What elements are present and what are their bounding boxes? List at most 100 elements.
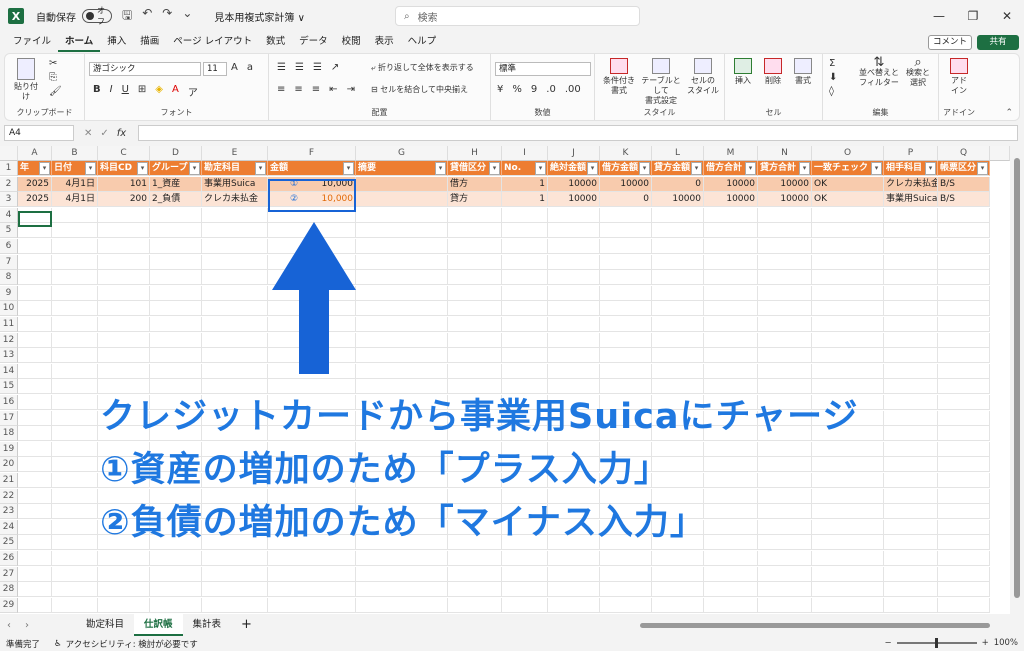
column-header-h[interactable]: H [448,146,502,161]
empty-cell[interactable] [652,597,704,613]
table-cell[interactable] [356,176,448,192]
empty-cell[interactable] [502,301,548,317]
empty-cell[interactable] [758,551,812,566]
empty-cell[interactable] [884,363,938,379]
empty-cell[interactable] [652,566,704,582]
sort-filter-button[interactable]: ⇅ 並べ替えと フィルター [859,56,899,88]
empty-cell[interactable] [548,301,600,317]
empty-cell[interactable] [812,504,884,520]
empty-cell[interactable] [704,457,758,473]
empty-cell[interactable] [356,223,448,239]
empty-cell[interactable] [18,285,52,301]
empty-cell[interactable] [938,473,990,488]
empty-cell[interactable] [812,582,884,598]
empty-cell[interactable] [202,597,268,613]
empty-cell[interactable] [758,441,812,457]
decrease-indent-icon[interactable]: ⇤ [329,84,337,95]
empty-cell[interactable] [448,270,502,286]
empty-cell[interactable] [98,254,150,270]
table-cell[interactable]: 10000 [600,176,652,192]
empty-cell[interactable] [938,317,990,332]
empty-cell[interactable] [758,207,812,223]
empty-cell[interactable] [150,239,202,254]
table-cell[interactable]: B/S [938,176,990,192]
table-header-cell[interactable]: 貸方合計 [758,161,812,176]
empty-cell[interactable] [938,332,990,348]
empty-cell[interactable] [758,270,812,286]
empty-cell[interactable] [98,332,150,348]
empty-cell[interactable] [884,254,938,270]
empty-cell[interactable] [52,379,98,395]
empty-cell[interactable] [812,239,884,254]
paste-button[interactable]: 貼り付け [11,58,41,102]
table-cell[interactable]: 10000 [758,192,812,208]
table-cell[interactable]: クレカ未払金 [202,192,268,208]
empty-cell[interactable] [150,363,202,379]
tab-formulas[interactable]: 数式 [259,32,292,52]
empty-cell[interactable] [52,457,98,473]
phonetic-icon[interactable]: ア [188,84,198,99]
empty-cell[interactable] [704,270,758,286]
empty-cell[interactable] [356,348,448,364]
empty-cell[interactable] [600,223,652,239]
table-cell[interactable]: 借方 [448,176,502,192]
format-cells-button[interactable]: 書式 [789,58,817,86]
active-cell[interactable] [18,211,52,227]
document-title[interactable]: 見本用複式家計簿 ∨ [214,9,305,24]
zoom-level[interactable]: 100% [994,638,1018,648]
empty-cell[interactable] [202,285,268,301]
empty-cell[interactable] [652,239,704,254]
empty-cell[interactable] [448,566,502,582]
table-cell[interactable]: 0 [600,192,652,208]
table-header-cell[interactable]: 年 [18,161,52,176]
empty-cell[interactable] [502,566,548,582]
empty-cell[interactable] [18,363,52,379]
empty-cell[interactable] [548,239,600,254]
empty-cell[interactable] [52,488,98,504]
table-cell[interactable]: 4月1日 [52,192,98,208]
empty-cell[interactable] [356,207,448,223]
name-box[interactable]: A4 [4,125,74,141]
comma-icon[interactable]: 9 [531,84,537,95]
table-cell[interactable]: 2_負債 [150,192,202,208]
restore-icon[interactable]: ❐ [956,0,990,32]
empty-cell[interactable] [704,582,758,598]
empty-cell[interactable] [812,488,884,504]
empty-cell[interactable] [98,348,150,364]
empty-cell[interactable] [812,597,884,613]
empty-cell[interactable] [502,317,548,332]
empty-cell[interactable] [52,410,98,426]
empty-cell[interactable] [938,379,990,395]
table-header-cell[interactable]: 借方金額 [600,161,652,176]
empty-cell[interactable] [812,551,884,566]
row-header-5[interactable]: 5 [0,223,18,239]
empty-cell[interactable] [448,551,502,566]
row-header-10[interactable]: 10 [0,301,18,317]
merge-center-button[interactable]: ⊟ セルを結合して中央揃え [371,85,468,95]
row-header-28[interactable]: 28 [0,582,18,598]
empty-cell[interactable] [356,301,448,317]
empty-cell[interactable] [600,551,652,566]
empty-cell[interactable] [52,519,98,535]
empty-cell[interactable] [150,254,202,270]
tab-page-layout[interactable]: ページ レイアウト [166,32,259,52]
column-header-g[interactable]: G [356,146,448,161]
empty-cell[interactable] [18,441,52,457]
row-header-22[interactable]: 22 [0,488,18,504]
empty-cell[interactable] [98,363,150,379]
table-cell[interactable] [356,192,448,208]
empty-cell[interactable] [502,239,548,254]
row-header-20[interactable]: 20 [0,457,18,473]
table-header-cell[interactable]: 金額 [268,161,356,176]
empty-cell[interactable] [812,457,884,473]
italic-icon[interactable]: I [110,84,113,99]
empty-cell[interactable] [938,582,990,598]
grow-font-icon[interactable]: A [231,62,238,73]
empty-cell[interactable] [758,504,812,520]
table-cell[interactable]: 事業用Suica [202,176,268,192]
empty-cell[interactable] [150,582,202,598]
empty-cell[interactable] [502,597,548,613]
empty-cell[interactable] [448,223,502,239]
row-header-6[interactable]: 6 [0,239,18,254]
share-button[interactable]: 共有 [977,35,1019,50]
